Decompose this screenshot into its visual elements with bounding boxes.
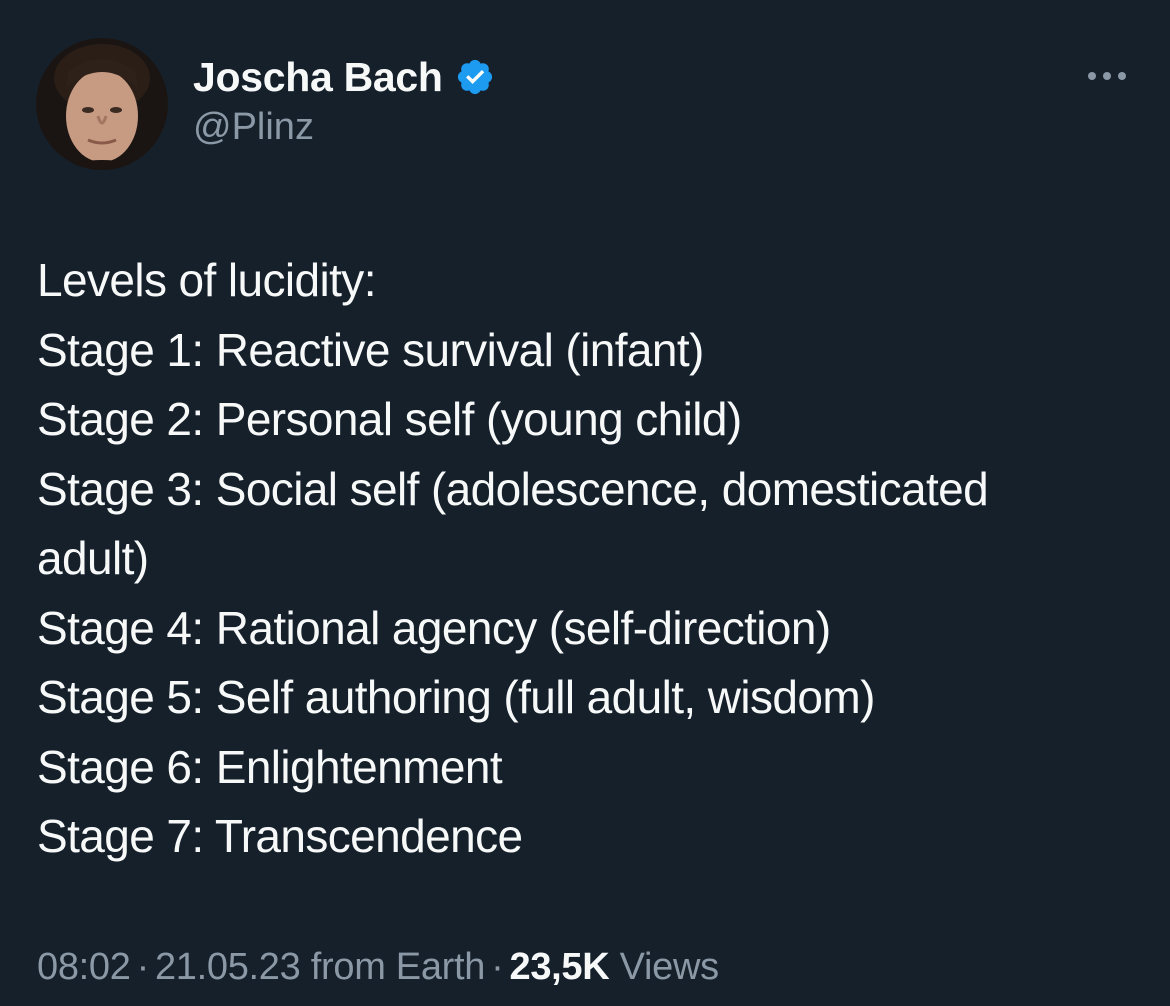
tweet-source: from Earth — [310, 946, 486, 988]
author-avatar[interactable] — [36, 38, 168, 170]
tweet-time: 08:02 — [37, 946, 131, 988]
tweet-line: Stage 3: Social self (adolescence, domes… — [37, 462, 989, 515]
verified-badge-icon — [455, 57, 495, 97]
author-name-row: Joscha Bach — [193, 52, 495, 102]
tweet: Joscha Bach @Plinz Levels of lucidity: S… — [0, 0, 1170, 1006]
tweet-date: 21.05.23 — [154, 946, 301, 988]
tweet-line: adult) — [37, 532, 149, 584]
tweet-metadata: 08:02 · 21.05.23 from Earth · 23,5K Views — [37, 946, 719, 989]
tweet-line: Stage 1: Reactive survival (infant) — [37, 323, 704, 376]
tweet-text: Levels of lucidity: Stage 1: Reactive su… — [37, 246, 1147, 872]
tweet-line: Stage 4: Rational agency (self-direction… — [37, 601, 831, 654]
tweet-line: Levels of lucidity: — [37, 254, 376, 306]
meta-separator: · — [136, 946, 150, 988]
views-count: 23,5K — [509, 946, 610, 988]
more-options-icon[interactable] — [1083, 62, 1131, 90]
tweet-timestamp-link[interactable]: 08:02 · 21.05.23 — [37, 946, 301, 988]
views-link[interactable]: 23,5K Views — [509, 946, 720, 988]
tweet-line: Stage 7: Transcendence — [37, 810, 523, 862]
avatar-photo — [36, 38, 168, 170]
tweet-line: Stage 6: Enlightenment — [37, 740, 503, 793]
author-block: Joscha Bach @Plinz — [193, 52, 495, 149]
views-label: Views — [619, 946, 719, 988]
author-handle[interactable]: @Plinz — [193, 106, 495, 149]
meta-separator: · — [491, 946, 504, 988]
tweet-line: Stage 5: Self authoring (full adult, wis… — [37, 671, 875, 723]
author-display-name[interactable]: Joscha Bach — [193, 54, 443, 101]
tweet-line: Stage 2: Personal self (young child) — [37, 393, 742, 445]
